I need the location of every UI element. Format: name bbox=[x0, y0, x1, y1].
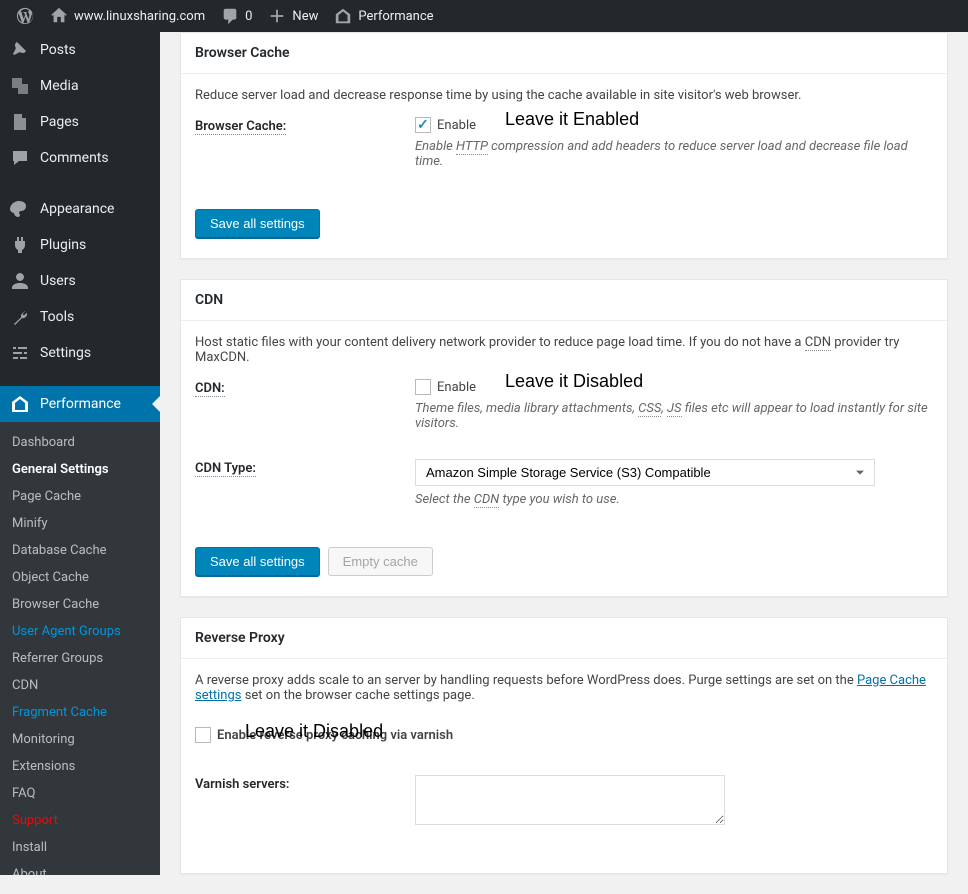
cdn-enable-checkbox[interactable] bbox=[415, 379, 431, 395]
enable-label: Enable bbox=[437, 118, 476, 133]
menu-performance[interactable]: Performance bbox=[0, 386, 160, 422]
save-settings-button[interactable]: Save all settings bbox=[195, 209, 320, 238]
media-icon bbox=[10, 76, 30, 96]
sub-page-cache[interactable]: Page Cache bbox=[0, 483, 160, 510]
browser-cache-label: Browser Cache: bbox=[195, 117, 415, 134]
menu-appearance[interactable]: Appearance bbox=[0, 191, 160, 227]
varnish-servers-textarea[interactable] bbox=[415, 775, 725, 825]
sub-user-agent-groups[interactable]: User Agent Groups bbox=[0, 618, 160, 645]
menu-plugins[interactable]: Plugins bbox=[0, 227, 160, 263]
admin-sidebar: Posts Media Pages Comments Appearance Pl… bbox=[0, 32, 160, 875]
wp-logo[interactable] bbox=[8, 0, 42, 32]
sub-support[interactable]: Support bbox=[0, 807, 160, 834]
sub-extensions[interactable]: Extensions bbox=[0, 753, 160, 780]
sub-about[interactable]: About bbox=[0, 861, 160, 875]
comments-bubble[interactable]: 0 bbox=[213, 0, 260, 32]
reverse-proxy-panel: Reverse Proxy A reverse proxy adds scale… bbox=[180, 617, 948, 874]
browser-cache-panel: Browser Cache Reduce server load and dec… bbox=[180, 32, 948, 259]
varnish-servers-label: Varnish servers: bbox=[195, 775, 415, 792]
admin-bar: www.linuxsharing.com 0 New Performance bbox=[0, 0, 968, 32]
pin-icon bbox=[10, 40, 30, 60]
plug-icon bbox=[10, 235, 30, 255]
comments-icon bbox=[10, 148, 30, 168]
brush-icon bbox=[10, 199, 30, 219]
sliders-icon bbox=[10, 343, 30, 363]
menu-media[interactable]: Media bbox=[0, 68, 160, 104]
sub-fragment-cache[interactable]: Fragment Cache bbox=[0, 699, 160, 726]
main-content: Browser Cache Reduce server load and dec… bbox=[160, 32, 968, 874]
performance-submenu: Dashboard General Settings Page Cache Mi… bbox=[0, 422, 160, 875]
sub-object-cache[interactable]: Object Cache bbox=[0, 564, 160, 591]
cdn-title: CDN bbox=[181, 280, 947, 321]
menu-pages[interactable]: Pages bbox=[0, 104, 160, 140]
user-icon bbox=[10, 271, 30, 291]
reverse-proxy-desc: A reverse proxy adds scale to an server … bbox=[195, 673, 933, 703]
cdn-type-help: Select the CDN type you wish to use. bbox=[415, 492, 933, 507]
menu-comments[interactable]: Comments bbox=[0, 140, 160, 176]
browser-cache-enable-checkbox[interactable] bbox=[415, 117, 431, 133]
browser-cache-desc: Reduce server load and decrease response… bbox=[195, 88, 933, 103]
cdn-panel: CDN Host static files with your content … bbox=[180, 279, 948, 597]
sub-general-settings[interactable]: General Settings bbox=[0, 456, 160, 483]
site-url: www.linuxsharing.com bbox=[74, 9, 205, 24]
sub-monitoring[interactable]: Monitoring bbox=[0, 726, 160, 753]
browser-cache-help: Enable HTTP compression and add headers … bbox=[415, 139, 933, 169]
performance-bar[interactable]: Performance bbox=[326, 0, 441, 32]
sub-referrer-groups[interactable]: Referrer Groups bbox=[0, 645, 160, 672]
gauge-icon bbox=[10, 394, 30, 414]
menu-users[interactable]: Users bbox=[0, 263, 160, 299]
sub-cdn[interactable]: CDN bbox=[0, 672, 160, 699]
cdn-help: Theme files, media library attachments, … bbox=[415, 401, 933, 431]
comment-count: 0 bbox=[245, 9, 252, 24]
performance-icon bbox=[334, 7, 352, 25]
sub-browser-cache[interactable]: Browser Cache bbox=[0, 591, 160, 618]
plus-icon bbox=[268, 7, 286, 25]
wrench-icon bbox=[10, 307, 30, 327]
site-home[interactable]: www.linuxsharing.com bbox=[42, 0, 213, 32]
new-label: New bbox=[292, 9, 318, 24]
sub-install[interactable]: Install bbox=[0, 834, 160, 861]
cdn-enable-label: Enable bbox=[437, 380, 476, 395]
annotation-reverse-disabled: Leave it Disabled bbox=[245, 721, 383, 742]
sub-faq[interactable]: FAQ bbox=[0, 780, 160, 807]
empty-cache-button[interactable]: Empty cache bbox=[328, 547, 433, 576]
menu-posts[interactable]: Posts bbox=[0, 32, 160, 68]
reverse-proxy-enable-checkbox[interactable] bbox=[195, 727, 211, 743]
reverse-proxy-title: Reverse Proxy bbox=[181, 618, 947, 659]
cdn-desc: Host static files with your content deli… bbox=[195, 335, 933, 365]
menu-settings[interactable]: Settings bbox=[0, 335, 160, 371]
browser-cache-title: Browser Cache bbox=[181, 33, 947, 74]
pages-icon bbox=[10, 112, 30, 132]
sub-minify[interactable]: Minify bbox=[0, 510, 160, 537]
home-icon bbox=[50, 7, 68, 25]
annotation-cdn-disabled: Leave it Disabled bbox=[505, 371, 643, 392]
cdn-label: CDN: bbox=[195, 379, 415, 396]
annotation-enabled: Leave it Enabled bbox=[505, 109, 639, 130]
performance-label: Performance bbox=[358, 9, 433, 24]
cdn-type-label: CDN Type: bbox=[195, 459, 415, 476]
cdn-save-button[interactable]: Save all settings bbox=[195, 547, 320, 576]
menu-tools[interactable]: Tools bbox=[0, 299, 160, 335]
comment-icon bbox=[221, 7, 239, 25]
sub-database-cache[interactable]: Database Cache bbox=[0, 537, 160, 564]
new-content[interactable]: New bbox=[260, 0, 326, 32]
cdn-type-select[interactable]: Amazon Simple Storage Service (S3) Compa… bbox=[415, 459, 875, 486]
sub-dashboard[interactable]: Dashboard bbox=[0, 429, 160, 456]
